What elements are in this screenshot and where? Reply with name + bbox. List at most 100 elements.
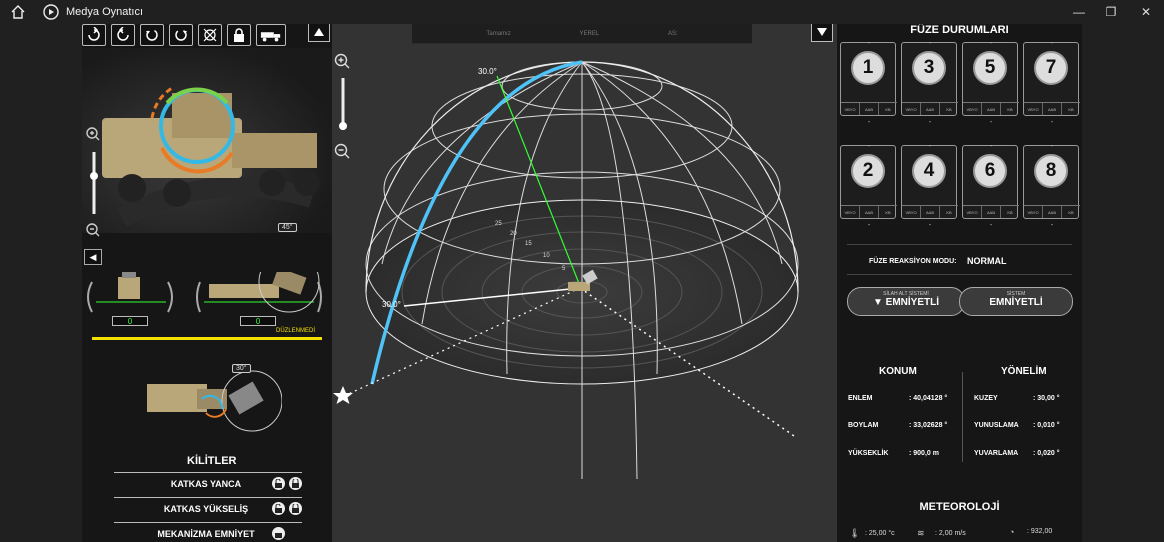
rotate-right-button[interactable] [169, 24, 193, 46]
status-chip: AAB [1043, 103, 1062, 115]
rotate-ccw-button[interactable] [111, 24, 135, 46]
divider [962, 372, 963, 462]
weapon-subsystem-toggle[interactable]: SİLAH ALT SİSTEMİ ▼ EMNİYETLİ [847, 287, 965, 316]
missile-top-status: - [1050, 143, 1054, 150]
top-status-strip: Tamamız YEREL AS: [412, 24, 752, 44]
wind-value: : 2,00 m/s [935, 530, 966, 537]
pitch-value: : 0,010 ° [1033, 422, 1060, 429]
missile-slot[interactable]: - 3 VBYO AAB KB - [901, 40, 958, 126]
left-zoom-slider[interactable] [84, 124, 102, 244]
rotate-cw-icon [88, 27, 100, 41]
missile-top-status: - [928, 143, 932, 150]
status-chip: KB [946, 209, 952, 215]
range-label: 15 [525, 241, 532, 247]
truck-icon [260, 32, 281, 42]
system-toggle[interactable]: SİSTEM EMNİYETLİ [959, 287, 1073, 316]
missile-slot[interactable]: - 6 VBYO AAB KB - [962, 143, 1019, 229]
expand-up-button[interactable] [308, 24, 330, 42]
roll-label: YUVARLAMA [974, 450, 1019, 457]
missile-bottom-status: - [928, 119, 932, 126]
lock-icon[interactable] [289, 477, 302, 490]
status-chip: KB [1068, 209, 1074, 215]
triangle-up-icon [314, 28, 324, 36]
zoom-in-icon[interactable] [86, 127, 100, 141]
unlock-icon[interactable] [272, 527, 285, 540]
pitch-gauge: 0 [194, 251, 324, 326]
status-chip: VBYO [902, 206, 921, 218]
rotate-left-button[interactable] [140, 24, 164, 46]
unlock-icon[interactable] [272, 502, 285, 515]
missile-top-status: - [1050, 40, 1054, 47]
missile-status-chips: VBYO AAB KB [963, 102, 1019, 115]
lock-row-mekanizma-emniyet: MEKANİZMA EMNİYET [114, 522, 302, 542]
missile-slot[interactable]: - 4 VBYO AAB KB - [901, 143, 958, 229]
missile-slot[interactable]: - 8 VBYO AAB KB - [1023, 143, 1080, 229]
status-chip: VBYO [1024, 206, 1043, 218]
missile-bottom-status: - [989, 119, 993, 126]
collapse-left-button[interactable]: ◀ [84, 249, 102, 265]
crosshair-button[interactable] [198, 24, 222, 46]
status-chip: VBYO [841, 103, 860, 115]
missile-bottom-status: - [928, 222, 932, 229]
center-zoom-slider[interactable] [332, 52, 354, 162]
home-icon[interactable] [10, 4, 26, 20]
center-3d-dome-view[interactable]: 30.0° 30.0° 25 20 15 10 5 Tamamız YEREL … [308, 24, 837, 542]
thermometer-icon: 🌡 [849, 528, 861, 538]
missile-number: 6 [973, 154, 1007, 188]
lock-icon [234, 28, 244, 42]
missile-bottom-status: - [867, 119, 871, 126]
missile-number: 3 [912, 51, 946, 85]
lock-row-katkas-yanca: KATKAS YANCA [114, 472, 302, 494]
north-value: : 30,00 ° [1033, 395, 1060, 402]
truck-3d-view[interactable] [82, 48, 332, 233]
dome-scene [333, 60, 799, 480]
pitch-value: 0 [240, 316, 276, 326]
missile-status-chips: VBYO AAB KB [902, 205, 958, 218]
missile-slot[interactable]: - 2 VBYO AAB KB - [840, 143, 897, 229]
longitude-value: : 33,02628 ° [909, 422, 948, 429]
missile-number: 8 [1034, 154, 1068, 188]
missile-number: 2 [851, 154, 885, 188]
maximize-icon[interactable]: ❐ [1102, 3, 1120, 21]
unlock-icon[interactable] [272, 477, 285, 490]
zoom-in-icon[interactable] [334, 53, 350, 69]
minimize-icon[interactable]: — [1070, 3, 1088, 21]
reaction-mode-label: FÜZE REAKSİYON MODU: [869, 258, 957, 265]
close-icon[interactable]: ✕ [1137, 3, 1155, 21]
status-chip: AAB [982, 103, 1001, 115]
status-chip: AAB [921, 206, 940, 218]
status-chip: VBYO [963, 206, 982, 218]
longitude-label: BOYLAM [848, 422, 879, 429]
range-label: 20 [510, 231, 517, 237]
title-bar: Medya Oynatıcı — ❐ ✕ [0, 0, 1164, 24]
range-label: 10 [543, 253, 550, 259]
truck-button[interactable] [256, 24, 286, 46]
zoom-out-icon[interactable] [334, 143, 350, 159]
range-label: 25 [495, 221, 502, 227]
missile-number: 4 [912, 154, 946, 188]
missile-slot[interactable]: - 1 VBYO AAB KB - [840, 40, 897, 126]
left-panel: ◀ 45° 0 0 DÜZLENMEDİ 30° KİLİTLER KATKAS… [82, 24, 332, 542]
missile-status-chips: VBYO AAB KB [1024, 102, 1080, 115]
temperature-value: : 25,00 °c [865, 530, 895, 537]
lock-icon[interactable] [289, 502, 302, 515]
missile-number: 7 [1034, 51, 1068, 85]
locks-title: KİLİTLER [187, 455, 237, 467]
lock-button[interactable] [227, 24, 251, 46]
zoom-out-icon[interactable] [86, 223, 100, 237]
missile-slot[interactable]: - 7 VBYO AAB KB - [1023, 40, 1080, 126]
missile-bottom-status: - [1050, 119, 1054, 126]
collapse-down-button[interactable] [811, 24, 833, 42]
rotate-ccw-icon [117, 27, 129, 41]
north-label: KUZEY [974, 395, 998, 402]
status-chip: AAB [860, 103, 879, 115]
latitude-value: : 40,04128 ° [909, 395, 948, 402]
view-toolbar [82, 24, 286, 46]
status-chip: VBYO [1024, 103, 1043, 115]
missile-slot[interactable]: - 5 VBYO AAB KB - [962, 40, 1019, 126]
rotate-right-icon [175, 29, 187, 41]
status-chip: KB [1007, 209, 1013, 215]
app-title: Medya Oynatıcı [66, 6, 144, 18]
rotate-cw-button[interactable] [82, 24, 106, 46]
level-indicator-bar [92, 337, 322, 340]
